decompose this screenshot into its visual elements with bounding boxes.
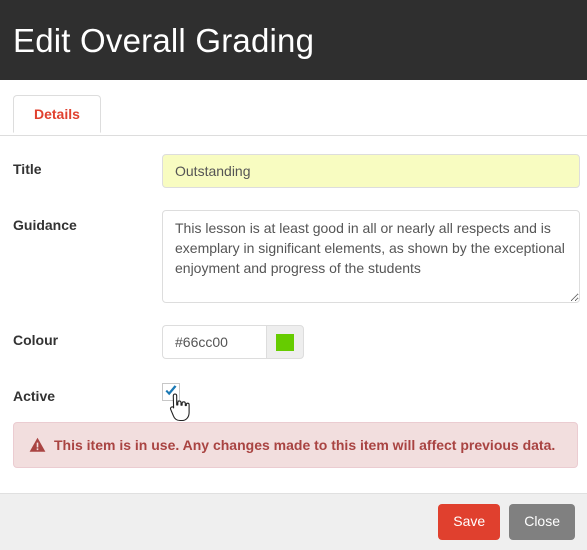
title-control [162, 154, 580, 188]
form-row-guidance: Guidance [13, 210, 580, 303]
close-button[interactable]: Close [509, 504, 575, 540]
title-input[interactable] [162, 154, 580, 188]
in-use-alert: This item is in use. Any changes made to… [13, 422, 578, 468]
page-title: Edit Overall Grading [13, 21, 315, 59]
modal-footer: Save Close [0, 493, 587, 550]
colour-picker-button[interactable] [266, 325, 304, 359]
colour-input[interactable] [162, 325, 266, 359]
form-row-colour: Colour [13, 325, 580, 359]
colour-control [162, 325, 580, 359]
tab-strip: Details [0, 95, 587, 136]
form-row-active: Active [13, 381, 580, 422]
tab-details[interactable]: Details [13, 95, 101, 134]
guidance-textarea[interactable] [162, 210, 580, 303]
colour-swatch-icon [276, 333, 294, 351]
in-use-alert-text: This item is in use. Any changes made to… [54, 437, 556, 453]
colour-input-group [162, 325, 304, 359]
save-button[interactable]: Save [438, 504, 501, 540]
guidance-control [162, 210, 580, 303]
colour-label: Colour [13, 332, 59, 348]
active-label: Active [13, 388, 56, 404]
modal-header: Edit Overall Grading [0, 0, 587, 80]
warning-triangle-icon [29, 437, 46, 452]
title-label: Title [13, 161, 42, 177]
guidance-label: Guidance [13, 217, 77, 233]
active-checkbox-wrap [162, 383, 190, 422]
form-body: Title Guidance Colour Active [0, 136, 587, 422]
active-control [162, 381, 580, 422]
form-row-title: Title [13, 154, 580, 188]
active-checkbox[interactable] [162, 383, 180, 401]
